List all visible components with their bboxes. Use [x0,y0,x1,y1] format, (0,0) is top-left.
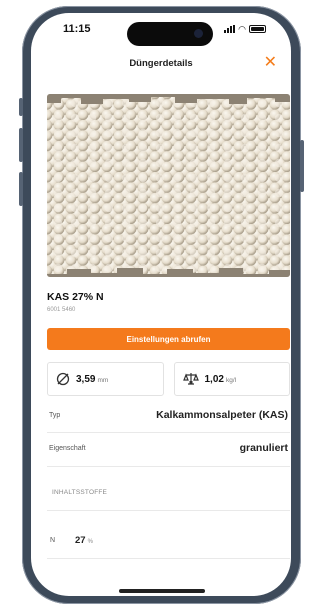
type-value: Kalkammonsalpeter (KAS) [156,409,288,421]
weight-unit: kg/l [225,376,237,384]
fertilizer-granules-photo [47,94,290,277]
detail-row-property: Eigenschaft granuliert [47,433,290,467]
diameter-icon [56,372,70,386]
nutrient-unit: % [87,539,93,545]
nutrient-divider [47,558,290,559]
status-time: 11:15 [63,23,91,35]
screen: 11:15 ◠ Düngerdetails ✕ KAS 27% N 6001 5… [31,13,291,596]
close-icon[interactable]: ✕ [264,54,277,72]
nutrient-label: N [50,537,56,544]
product-name: KAS 27% N [47,291,104,303]
product-subtitle: 6001 5460 [47,307,76,313]
side-button-volume-up [19,128,23,162]
weight-icon [182,373,199,385]
property-label: Eigenschaft [49,445,86,452]
nutrient-value-row: 27% [75,535,93,546]
stats-row: 3,59 mm 1,02 kg/l [47,362,290,396]
page-title: Düngerdetails [129,58,193,69]
dynamic-island [127,22,213,46]
status-icons: ◠ [224,24,266,34]
side-button-action [19,98,23,116]
signal-icon [224,25,236,33]
ingredients-heading: INHALTSSTOFFE [52,489,108,496]
battery-icon [249,25,266,33]
weight-value: 1,02 [204,373,224,385]
wifi-icon: ◠ [238,24,246,34]
side-button-power [300,140,304,192]
diameter-unit: mm [97,376,109,384]
weight-stat: 1,02 kg/l [173,362,290,396]
status-bar: 11:15 ◠ [31,13,291,51]
diameter-value: 3,59 [76,373,96,385]
section-divider [47,510,290,511]
fetch-settings-button[interactable]: Einstellungen abrufen [47,328,290,350]
property-value: granuliert [239,442,288,454]
home-indicator[interactable] [119,589,205,593]
side-button-volume-down [19,172,23,206]
type-label: Typ [49,412,61,419]
header: Düngerdetails ✕ [31,53,291,77]
product-image [47,94,290,277]
detail-row-type: Typ Kalkammonsalpeter (KAS) [47,401,290,433]
diameter-stat: 3,59 mm [47,362,164,396]
camera-icon [194,29,203,38]
nutrient-value: 27 [75,535,86,546]
